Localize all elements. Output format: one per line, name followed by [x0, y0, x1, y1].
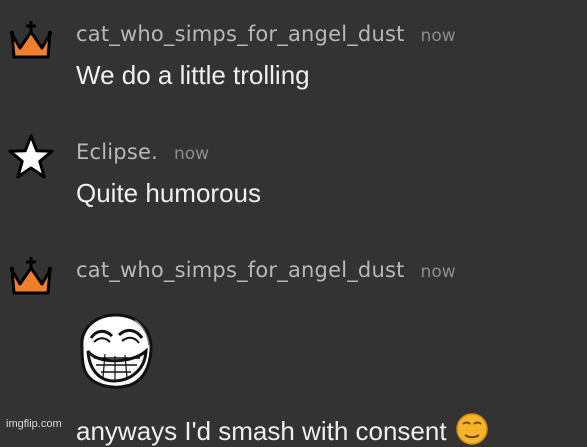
username[interactable]: cat_who_simps_for_angel_dust — [76, 22, 405, 46]
imgflip-watermark: imgflip.com — [6, 418, 62, 430]
message-header: cat_who_simps_for_angel_dust now — [76, 22, 456, 46]
message-header: cat_who_simps_for_angel_dust now — [76, 258, 456, 282]
message-1: cat_who_simps_for_angel_dust now We do a … — [0, 0, 587, 105]
timestamp: now — [420, 262, 456, 282]
white-star-icon[interactable] — [8, 134, 54, 180]
chat-log: cat_who_simps_for_angel_dust now We do a … — [0, 0, 587, 446]
message-text: anyways I'd smash with consent — [76, 412, 489, 447]
message-3: cat_who_simps_for_angel_dust now anyways … — [0, 236, 587, 446]
orange-crown-icon[interactable] — [8, 18, 54, 64]
message-text-content: anyways I'd smash with consent — [76, 416, 447, 446]
message-2: Eclipse. now Quite humorous — [0, 118, 587, 223]
message-text: We do a little trolling — [76, 60, 310, 90]
orange-crown-icon[interactable] — [8, 254, 54, 300]
username[interactable]: cat_who_simps_for_angel_dust — [76, 258, 405, 282]
message-text: Quite humorous — [76, 178, 261, 208]
timestamp: now — [420, 26, 456, 46]
message-header: Eclipse. now — [76, 140, 209, 164]
trollface-icon — [80, 313, 153, 389]
relieved-face-emoji-icon — [455, 413, 488, 445]
timestamp: now — [173, 144, 210, 164]
username[interactable]: Eclipse. — [76, 140, 158, 164]
